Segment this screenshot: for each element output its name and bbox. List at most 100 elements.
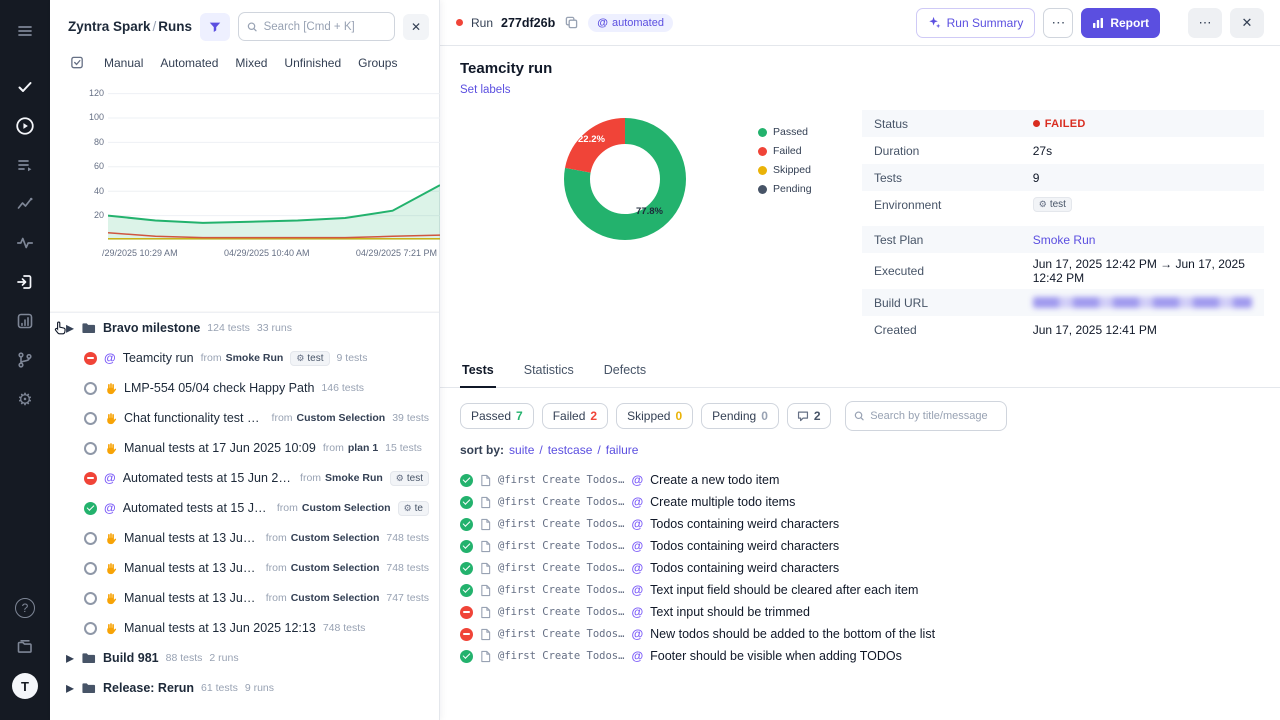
- test-status-icon: [460, 561, 473, 575]
- milestone-name: Build 981: [103, 651, 159, 665]
- y-tick: 20: [93, 209, 104, 220]
- from-source: Smoke Run: [225, 352, 284, 364]
- tests-check-icon[interactable]: [8, 70, 42, 104]
- import-icon[interactable]: [8, 265, 42, 299]
- run-list-item[interactable]: @ Automated tests at 15 Jun 2025 15:08 f…: [50, 463, 439, 493]
- run-type-tabs: Manual Automated Mixed Unfinished Groups: [50, 51, 439, 80]
- results-donut-chart: 22.2% 77.8%: [560, 114, 690, 244]
- comments-filter-chip[interactable]: 2: [786, 403, 831, 429]
- detail-tab[interactable]: Statistics: [522, 355, 576, 388]
- run-type-tab[interactable]: Mixed: [235, 56, 267, 70]
- run-tests-count: 747 tests: [386, 592, 429, 604]
- report-button[interactable]: Report: [1081, 7, 1160, 38]
- automated-test-icon: @: [631, 473, 644, 487]
- more-actions-button[interactable]: ⋯: [1043, 7, 1074, 38]
- run-list-item[interactable]: Manual tests at 13 Jun 2025 12:13 from C…: [50, 583, 439, 613]
- run-type-tab[interactable]: Manual: [104, 56, 143, 70]
- detail-tab[interactable]: Defects: [602, 355, 648, 388]
- set-labels-link[interactable]: Set labels: [460, 84, 511, 96]
- run-list-item[interactable]: @ Automated tests at 15 Jun 2025 15:01 f…: [50, 493, 439, 523]
- run-status-dot: [456, 19, 463, 26]
- user-avatar[interactable]: T: [8, 669, 42, 703]
- run-title: Automated tests at 15 Jun 2025 15:08: [122, 471, 293, 485]
- run-list-item[interactable]: ▸ Bravo milestone 124 tests 33 runs: [50, 313, 439, 343]
- analytics-icon[interactable]: [8, 304, 42, 338]
- runs-search-input[interactable]: [263, 20, 386, 33]
- gear-icon: ⚙: [296, 352, 305, 363]
- info-row: Status FAILED: [862, 110, 1264, 137]
- settings-gear-icon[interactable]: ⚙: [8, 382, 42, 416]
- test-row[interactable]: @first Create Todos… @ Text input field …: [460, 579, 1260, 601]
- project-name: Zyntra Spark: [68, 19, 151, 34]
- test-plan-link[interactable]: Smoke Run: [1033, 233, 1096, 247]
- run-type-tab[interactable]: Groups: [358, 56, 397, 70]
- select-runs-icon[interactable]: [70, 55, 85, 70]
- automated-chip: @ automated: [588, 13, 673, 32]
- runs-search[interactable]: [238, 12, 395, 41]
- test-row[interactable]: @first Create Todos… @ Create multiple t…: [460, 491, 1260, 513]
- run-list-item[interactable]: Manual tests at 13 Jun 2025 12:17 from C…: [50, 523, 439, 553]
- sort-link[interactable]: testcase: [548, 443, 593, 457]
- test-row[interactable]: @first Create Todos… @ Text input should…: [460, 601, 1260, 623]
- test-row[interactable]: @first Create Todos… @ New todos should …: [460, 623, 1260, 645]
- status-filter-chip[interactable]: Failed 2: [541, 403, 609, 429]
- y-tick: 40: [93, 185, 104, 196]
- run-list-item[interactable]: ▸ Build 981 88 tests 2 runs: [50, 643, 439, 673]
- run-status-icon: [84, 531, 97, 545]
- status-filter-chip[interactable]: Skipped 0: [616, 403, 694, 429]
- x-tick: 04/29/2025 10:40 AM: [223, 248, 310, 258]
- expand-caret-icon[interactable]: ▸: [66, 318, 74, 338]
- panel-more-button[interactable]: ⋯: [1188, 7, 1222, 38]
- run-tests-count: 39 tests: [392, 412, 429, 424]
- run-list-item[interactable]: LMP-554 05/04 check Happy Path 146 tests: [50, 373, 439, 403]
- filter-button[interactable]: [200, 12, 231, 41]
- test-row[interactable]: @first Create Todos… @ Todos containing …: [460, 513, 1260, 535]
- copy-run-id-button[interactable]: [563, 14, 580, 31]
- tests-search-input[interactable]: [870, 410, 998, 422]
- sort-link[interactable]: suite: [509, 443, 534, 457]
- automated-test-icon: @: [631, 649, 644, 663]
- info-row: Environment ⚙ test: [862, 191, 1264, 218]
- sort-link[interactable]: failure: [606, 443, 639, 457]
- x-tick: /29/2025 10:29 AM: [102, 248, 178, 258]
- milestone-tests-count: 61 tests: [201, 682, 238, 694]
- panel-close-button[interactable]: ✕: [403, 13, 429, 40]
- expand-caret-icon[interactable]: ▸: [66, 648, 74, 668]
- folder-icon: [82, 683, 96, 694]
- plans-list-icon[interactable]: [8, 148, 42, 182]
- run-list-item[interactable]: Manual tests at 17 Jun 2025 10:09 from p…: [50, 433, 439, 463]
- trend-icon[interactable]: [8, 187, 42, 221]
- detail-tab[interactable]: Tests: [460, 355, 496, 388]
- run-list-item[interactable]: Chat functionality test Copy from Custom…: [50, 403, 439, 433]
- test-row[interactable]: @first Create Todos… @ Todos containing …: [460, 535, 1260, 557]
- run-type-tab[interactable]: Automated: [160, 56, 218, 70]
- run-list-item[interactable]: ▸ Release: Rerun 61 tests 9 runs: [50, 673, 439, 703]
- test-row[interactable]: @first Create Todos… @ Footer should be …: [460, 645, 1260, 667]
- run-list-item[interactable]: @ Teamcity run from Smoke Run ⚙ test 9 te…: [50, 343, 439, 373]
- expand-caret-icon[interactable]: ▸: [66, 678, 74, 698]
- status-filter-chip[interactable]: Pending 0: [701, 403, 779, 429]
- test-title: Create a new todo item: [650, 473, 780, 487]
- run-summary-button[interactable]: Run Summary: [915, 7, 1036, 38]
- milestone-runs-count: 9 runs: [244, 682, 275, 694]
- branch-icon[interactable]: [8, 343, 42, 377]
- runs-play-icon[interactable]: [8, 109, 42, 143]
- run-list-item[interactable]: Manual tests at 13 Jun 2025 12:16 from C…: [50, 553, 439, 583]
- donut-zone: 22.2% 77.8% Passed Failed Skipped Pendin…: [460, 110, 862, 343]
- automated-run-icon: @: [104, 471, 116, 485]
- run-label: Run: [471, 15, 494, 30]
- help-icon[interactable]: ?: [8, 591, 42, 625]
- run-id: 277df26b: [501, 15, 556, 30]
- run-list-item[interactable]: Manual tests at 13 Jun 2025 12:13 748 te…: [50, 613, 439, 643]
- test-row[interactable]: @first Create Todos… @ Create a new todo…: [460, 469, 1260, 491]
- environment-badge: ⚙ test: [389, 470, 429, 486]
- tests-search[interactable]: [844, 401, 1007, 431]
- status-filter-chip[interactable]: Passed 7: [460, 403, 534, 429]
- run-type-tab[interactable]: Unfinished: [284, 56, 341, 70]
- pulse-icon[interactable]: [8, 226, 42, 260]
- test-row[interactable]: @first Create Todos… @ Todos containing …: [460, 557, 1260, 579]
- close-run-button[interactable]: ✕: [1230, 7, 1264, 38]
- automated-test-icon: @: [631, 561, 644, 575]
- menu-icon[interactable]: [8, 14, 42, 48]
- projects-folder-icon[interactable]: [8, 630, 42, 664]
